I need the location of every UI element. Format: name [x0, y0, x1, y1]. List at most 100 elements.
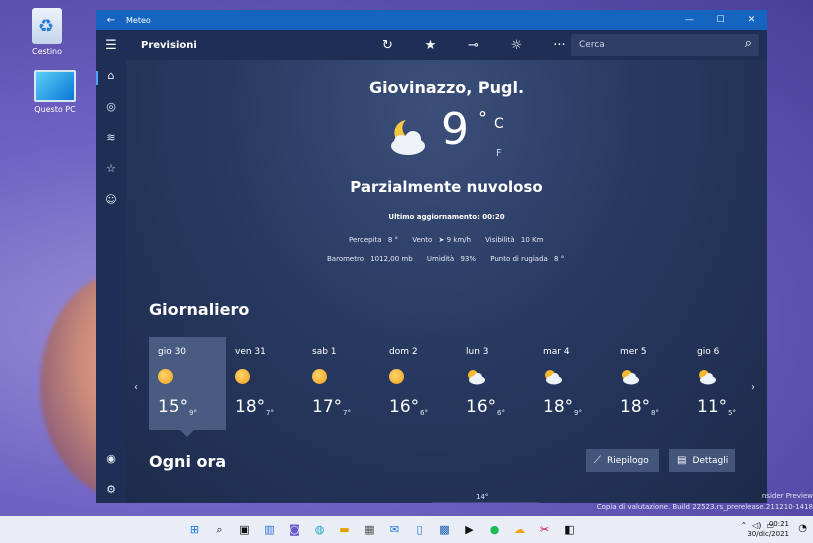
summary-button[interactable]: ⟋ Riepilogo — [586, 449, 659, 472]
notification-icon[interactable]: ◔ — [798, 523, 807, 534]
task-view-icon[interactable]: ▣ — [234, 519, 255, 540]
day-name: dom 2 — [389, 347, 418, 357]
day-low: 9° — [574, 409, 582, 417]
day-name: gio 6 — [697, 347, 720, 357]
day-card[interactable]: dom 2 16° 6° — [380, 337, 457, 430]
degree-symbol: ° — [478, 108, 487, 129]
clock-date: 30/dic/2021 — [747, 530, 789, 538]
weather-icon[interactable]: ☁ — [509, 519, 530, 540]
historical-chart-icon[interactable]: ≋ — [96, 131, 126, 144]
desktop-icon-recycle-bin[interactable]: Cestino — [12, 8, 82, 56]
settings-gear-icon[interactable]: ⚙ — [96, 483, 126, 496]
photos-icon[interactable]: ▩ — [434, 519, 455, 540]
pressure-label: Barometro — [327, 255, 364, 263]
search-icon[interactable]: ⌕ — [745, 36, 752, 51]
visibility-label: Visibilità — [485, 236, 515, 244]
scroll-left-icon[interactable]: ‹ — [134, 382, 138, 393]
last-updated: Ultimo aggiornamento: 00:20 — [388, 213, 505, 221]
summary-button-label: Riepilogo — [607, 455, 649, 466]
wind-label: Vento — [412, 236, 433, 244]
close-icon[interactable]: ✕ — [736, 10, 767, 30]
humidity-label: Umidità — [426, 255, 455, 263]
pin-icon[interactable]: ⊸ — [452, 38, 495, 53]
dew-value: 8 ° — [554, 255, 565, 263]
day-card[interactable]: gio 30 15° 9° — [149, 337, 226, 430]
stats-row-1: Percepita 8 ° Vento ➤ 9 km/h Visibilità … — [349, 236, 547, 244]
phone-icon[interactable]: ▯ — [409, 519, 430, 540]
store-icon[interactable]: ▦ — [359, 519, 380, 540]
day-card[interactable]: lun 3 16° 6° — [457, 337, 534, 430]
life-icon[interactable]: ☺ — [96, 193, 126, 206]
home-icon[interactable]: ⌂ — [96, 69, 126, 82]
day-name: mar 4 — [543, 347, 570, 357]
favorite-star-icon[interactable]: ★ — [409, 38, 452, 53]
office-icon[interactable]: ◧ — [559, 519, 580, 540]
dew-label: Punto di rugiada — [490, 255, 548, 263]
day-low: 9° — [189, 409, 197, 417]
maximize-icon[interactable]: ☐ — [705, 10, 736, 30]
favorites-icon[interactable]: ☆ — [96, 162, 126, 175]
stats-row-2: Barometro 1012,00 mb Umidità 93% Punto d… — [327, 255, 568, 263]
radar-icon[interactable]: ◎ — [96, 100, 126, 113]
day-high: 18° — [543, 397, 574, 417]
day-card[interactable]: ven 31 18° 7° — [226, 337, 303, 430]
day-high: 11° — [697, 397, 728, 417]
unit-fahrenheit-toggle[interactable]: F — [496, 148, 502, 159]
day-card[interactable]: sab 1 17° 7° — [303, 337, 380, 430]
day-card[interactable]: mer 5 18° 8° — [611, 337, 688, 430]
day-high: 16° — [389, 397, 420, 417]
file-explorer-icon[interactable]: ▬ — [334, 519, 355, 540]
chevron-up-icon[interactable]: ⌃ — [740, 521, 747, 530]
title-bar: ← Meteo — ☐ ✕ — [96, 10, 767, 30]
day-name: gio 30 — [158, 347, 187, 357]
hourly-first-temp: 14° — [476, 493, 489, 501]
watermark-line-2: Copia di valutazione. Build 22523.rs_pre… — [596, 503, 813, 511]
mail-icon[interactable]: ✉ — [384, 519, 405, 540]
settings-sun-icon[interactable]: ☼ — [495, 38, 538, 53]
desktop-icon-label: Questo PC — [34, 105, 76, 114]
day-high: 18° — [620, 397, 651, 417]
day-high: 18° — [235, 397, 266, 417]
search-input[interactable]: Cerca ⌕ — [571, 34, 759, 56]
page-title: Previsioni — [141, 39, 197, 51]
visibility-value: 10 Km — [520, 236, 544, 244]
edge-icon[interactable]: ◍ — [309, 519, 330, 540]
spotify-icon[interactable]: ● — [484, 519, 505, 540]
day-high: 16° — [466, 397, 497, 417]
day-name: lun 3 — [466, 347, 489, 357]
start-icon[interactable]: ⊞ — [184, 519, 205, 540]
snip-icon[interactable]: ✂ — [534, 519, 555, 540]
search-placeholder: Cerca — [579, 40, 605, 50]
day-low: 6° — [420, 409, 428, 417]
partly-cloudy-icon — [545, 370, 562, 385]
day-name: ven 31 — [235, 347, 266, 357]
sun-icon — [389, 369, 404, 384]
chart-icon: ⟋ — [594, 455, 601, 466]
media-player-icon[interactable]: ▶ — [459, 519, 480, 540]
chat-icon[interactable]: ◙ — [284, 519, 305, 540]
taskbar-apps: ⊞ ⌕ ▣ ▥ ◙ ◍ ▬ ▦ ✉ ▯ ▩ ▶ ● ☁ ✂ ◧ — [184, 519, 584, 540]
unit-celsius-toggle[interactable]: C — [494, 116, 504, 132]
details-button-label: Dettagli — [692, 455, 729, 466]
scroll-right-icon[interactable]: › — [751, 382, 755, 393]
day-card[interactable]: mar 4 18° 9° — [534, 337, 611, 430]
hamburger-menu-icon[interactable]: ☰ — [96, 38, 126, 53]
feels-value: 8 ° — [387, 236, 399, 244]
weather-window: ← Meteo — ☐ ✕ ☰ Previsioni ↻ ★ ⊸ ☼ ··· C… — [96, 10, 767, 503]
refresh-icon[interactable]: ↻ — [366, 38, 409, 53]
temperature-value: 9 — [441, 104, 469, 155]
day-high: 15° — [158, 397, 189, 417]
app-toolbar: ☰ Previsioni ↻ ★ ⊸ ☼ ··· Cerca ⌕ — [96, 30, 767, 60]
details-button[interactable]: ▤ Dettagli — [669, 449, 735, 472]
desktop-icon-this-pc[interactable]: Questo PC — [20, 70, 90, 114]
account-icon[interactable]: ◉ — [96, 452, 126, 465]
search-icon[interactable]: ⌕ — [209, 519, 230, 540]
widgets-icon[interactable]: ▥ — [259, 519, 280, 540]
partly-cloudy-icon — [699, 370, 716, 385]
clock[interactable]: 00:21 30/dic/2021 — [747, 519, 789, 539]
humidity-value: 93% — [460, 255, 476, 263]
minimize-icon[interactable]: — — [674, 10, 705, 30]
back-arrow-icon[interactable]: ← — [96, 15, 126, 26]
feels-label: Percepita — [349, 236, 382, 244]
sun-icon — [312, 369, 327, 384]
